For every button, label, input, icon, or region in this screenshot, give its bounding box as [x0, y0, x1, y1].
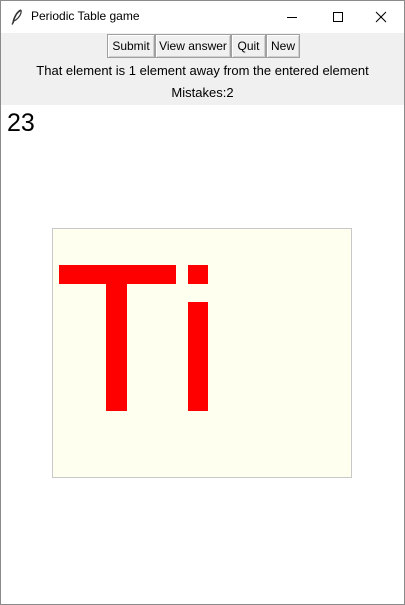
symbol-t-stem: [106, 265, 127, 411]
maximize-button[interactable]: [315, 1, 361, 33]
quit-button[interactable]: Quit: [231, 34, 266, 58]
hint-message: That element is 1 element away from the …: [36, 63, 369, 78]
symbol-i-stem: [188, 302, 208, 411]
window-title: Periodic Table game: [31, 9, 140, 23]
minimize-icon: [287, 17, 297, 18]
button-row: Submit View answer Quit New: [107, 34, 300, 58]
new-button[interactable]: New: [266, 34, 300, 58]
close-icon: [375, 11, 387, 23]
control-panel: Submit View answer Quit New That element…: [1, 33, 404, 105]
app-window: Periodic Table game Submit View answer Q…: [0, 0, 405, 605]
element-canvas: Ti: [52, 228, 352, 478]
view-answer-button[interactable]: View answer: [155, 34, 231, 58]
maximize-icon: [333, 12, 343, 22]
submit-button[interactable]: Submit: [107, 34, 155, 58]
symbol-i-dot: [188, 265, 208, 284]
mistakes-counter: Mistakes:2: [171, 85, 234, 100]
title-bar: Periodic Table game: [1, 1, 404, 33]
minimize-button[interactable]: [269, 1, 315, 33]
element-symbol-text: Ti: [53, 229, 55, 230]
atomic-number: 23: [7, 109, 35, 137]
element-symbol: Ti: [53, 229, 208, 411]
feather-icon: [10, 9, 24, 25]
close-button[interactable]: [358, 1, 404, 33]
